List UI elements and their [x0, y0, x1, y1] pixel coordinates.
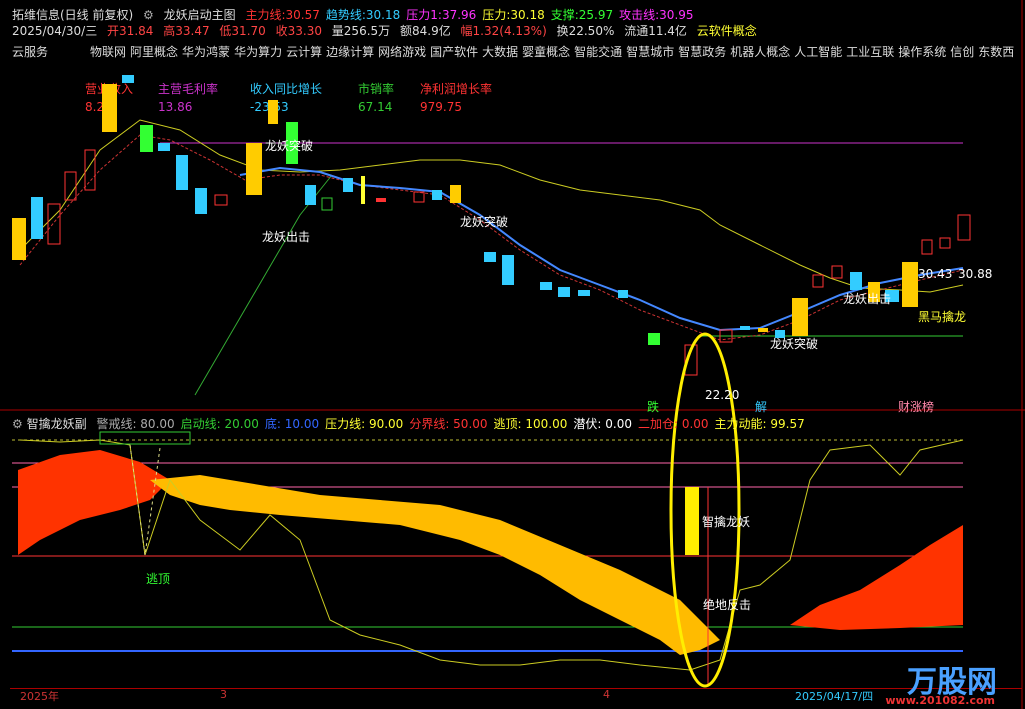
axis-month-4: 4 — [603, 688, 610, 701]
sub-panel-item: 潜伏: 0.00 — [573, 417, 632, 431]
breakout-label-1: 龙妖突破 — [265, 139, 314, 153]
settings-icon[interactable]: ⚙ — [12, 417, 23, 431]
strike-label-2: 龙妖出击 — [843, 292, 892, 306]
sub-panel-item: 底: 10.00 — [264, 417, 320, 431]
sub-panel-item: 警戒线: 80.00 — [96, 417, 175, 431]
price-left-label: 30.43 — [918, 267, 953, 281]
sub-panel-header: ⚙ 智擒龙妖副 警戒线: 80.00 启动线: 20.00 底: 10.00 压力线:… — [12, 415, 811, 432]
sub-panel-title[interactable]: 智擒龙妖副 — [27, 415, 87, 432]
sub-panel-item: 逃顶: 100.00 — [493, 417, 568, 431]
axis-year: 2025年 — [20, 690, 59, 703]
jie-badge: 解 — [755, 400, 768, 414]
black-horse-label: 黑马擒龙 — [918, 310, 967, 324]
price-right-label: 30.88 — [958, 267, 993, 281]
sub-panel-item: 压力线: 90.00 — [325, 417, 404, 431]
axis-date: 2025/04/17/四 — [795, 690, 874, 703]
caizhang-badge: 财涨榜 — [898, 400, 935, 414]
escape-label: 逃顶 — [146, 572, 171, 586]
sub-panel-item: 主力动能: 99.57 — [714, 417, 805, 431]
axis-month-3: 3 — [220, 688, 227, 701]
sub-indicator-chart — [12, 431, 964, 685]
capture-label: 智擒龙妖 — [702, 515, 751, 529]
breakout-label-2: 龙妖突破 — [460, 215, 509, 229]
bottom-strike-label: 绝地反击 — [703, 598, 752, 612]
die-badge: 跌 — [647, 400, 660, 414]
sub-panel-item: 启动线: 20.00 — [180, 417, 259, 431]
strike-label-1: 龙妖出击 — [262, 230, 311, 244]
sub-panel-item: 分界线: 50.00 — [409, 417, 488, 431]
sub-panel-item: 二加仓: 0.00 — [637, 417, 709, 431]
low-price-label: 22.20 — [705, 388, 740, 402]
brand-url: www.201082.com — [885, 694, 995, 707]
breakout-label-3: 龙妖突破 — [770, 337, 819, 351]
price-chart[interactable] — [0, 0, 1025, 709]
